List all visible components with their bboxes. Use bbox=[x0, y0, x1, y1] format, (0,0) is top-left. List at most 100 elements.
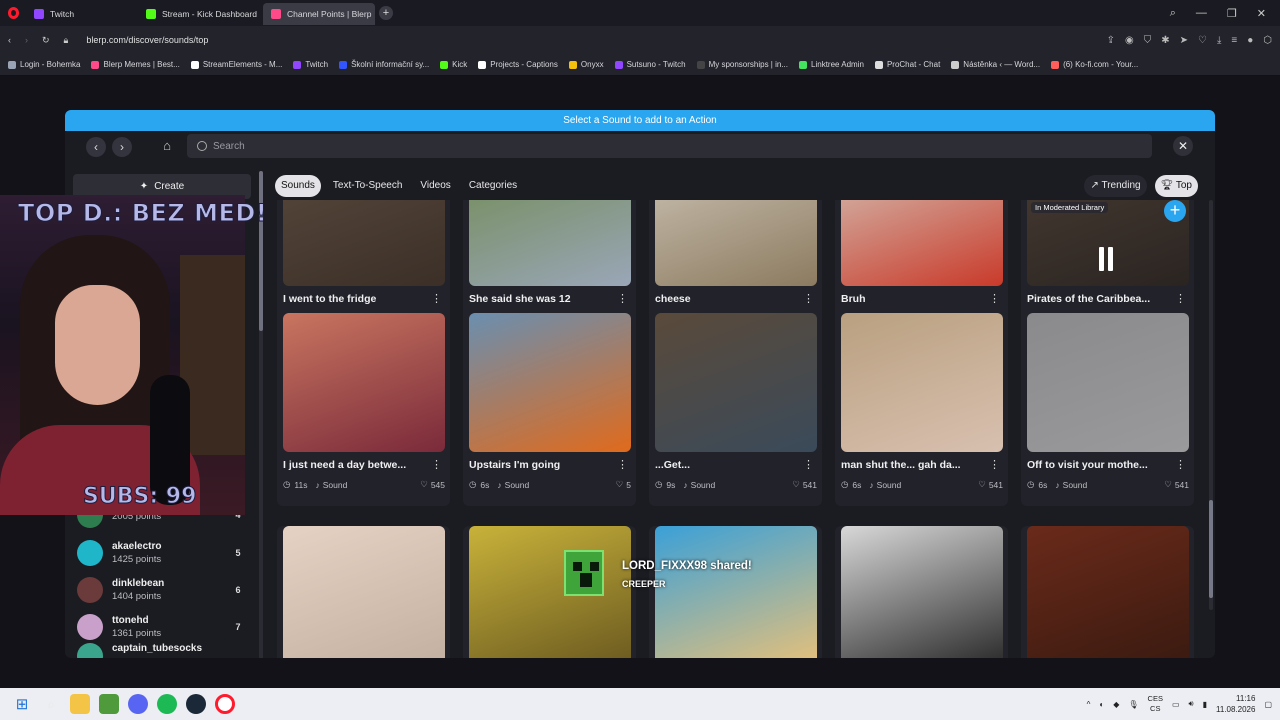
spotify-icon[interactable] bbox=[157, 694, 177, 714]
sort-trending[interactable]: ↗ Trending bbox=[1084, 175, 1147, 197]
security-tray-icon[interactable]: ◆ bbox=[1113, 700, 1119, 709]
bookmark-item[interactable]: (6) Ko-fi.com - Your... bbox=[1051, 60, 1138, 69]
sound-thumbnail[interactable] bbox=[469, 313, 631, 452]
sort-top[interactable]: 🏆︎ Top bbox=[1154, 175, 1198, 197]
sound-thumbnail[interactable] bbox=[283, 526, 445, 658]
more-options-icon[interactable]: ⋮ bbox=[803, 292, 814, 305]
tab-twitch[interactable]: Twitch bbox=[26, 3, 138, 25]
bookmark-item[interactable]: ProChat - Chat bbox=[874, 60, 940, 69]
sound-thumbnail[interactable] bbox=[655, 200, 817, 286]
sound-card[interactable] bbox=[277, 526, 450, 658]
more-options-icon[interactable]: ⋮ bbox=[617, 458, 628, 471]
sound-thumbnail[interactable] bbox=[655, 313, 817, 452]
sound-card[interactable]: Upstairs I'm going ⋮ ◷ 6s ♪ Sound ♡ 5 bbox=[463, 313, 636, 506]
bookmark-item[interactable]: Školní informační sy... bbox=[339, 60, 429, 69]
filter-sounds[interactable]: Sounds bbox=[275, 175, 321, 197]
search-tabs-icon[interactable]: ⌕ bbox=[1170, 7, 1176, 20]
minimize-icon[interactable]: — bbox=[1196, 7, 1207, 20]
sound-card[interactable] bbox=[835, 526, 1008, 658]
more-options-icon[interactable]: ⋮ bbox=[803, 458, 814, 471]
camera-icon[interactable]: ◉ bbox=[1125, 35, 1134, 46]
send-icon[interactable]: ➤ bbox=[1180, 35, 1188, 46]
search-icon[interactable]: ⌕ bbox=[41, 694, 61, 714]
url-field[interactable]: blerp.com/discover/sounds/top bbox=[86, 35, 208, 45]
bookmark-item[interactable]: Blerp Memes | Best... bbox=[91, 60, 180, 69]
more-options-icon[interactable]: ⋮ bbox=[431, 292, 442, 305]
shield-icon[interactable]: ⛉ bbox=[1144, 35, 1152, 46]
minecraft-icon[interactable] bbox=[99, 694, 119, 714]
opera-menu-icon[interactable] bbox=[0, 0, 26, 26]
bookmark-item[interactable]: Onyxx bbox=[568, 60, 604, 69]
sound-thumbnail[interactable] bbox=[841, 526, 1003, 658]
steam-tray-icon[interactable]: ◐ bbox=[1099, 700, 1104, 709]
forward-icon[interactable]: › bbox=[25, 35, 28, 45]
sound-thumbnail[interactable] bbox=[469, 200, 631, 286]
extensions-icon[interactable]: ✱ bbox=[1161, 35, 1169, 46]
volume-icon[interactable]: 🔊︎ bbox=[1189, 699, 1194, 709]
maximize-icon[interactable]: ❐ bbox=[1227, 7, 1237, 20]
heart-icon[interactable]: ♡ bbox=[1198, 35, 1207, 46]
download-icon[interactable]: ⤓ bbox=[1217, 35, 1221, 46]
bookmark-item[interactable]: Twitch bbox=[293, 60, 328, 69]
steam-icon[interactable] bbox=[186, 694, 206, 714]
clock[interactable]: 11:16 11.08.2026 bbox=[1216, 693, 1255, 715]
more-options-icon[interactable]: ⋮ bbox=[989, 458, 1000, 471]
menu-icon[interactable]: ≡ bbox=[1231, 35, 1237, 46]
opera-taskbar-icon[interactable] bbox=[215, 694, 235, 714]
sound-thumbnail[interactable] bbox=[1027, 526, 1189, 658]
back-icon[interactable]: ‹ bbox=[8, 35, 11, 45]
bookmark-item[interactable]: Projects - Captions bbox=[478, 60, 558, 69]
reload-icon[interactable]: ↻ bbox=[42, 35, 50, 46]
back-button[interactable]: ‹ bbox=[86, 137, 106, 157]
bookmark-item[interactable]: My sponsorships | in... bbox=[696, 60, 788, 69]
grid-scrollbar-thumb[interactable] bbox=[1209, 500, 1213, 598]
bookmark-item[interactable]: Kick bbox=[440, 60, 467, 69]
sound-thumbnail[interactable] bbox=[841, 200, 1003, 286]
bookmark-item[interactable]: Nástěnka ‹ — Word... bbox=[951, 60, 1040, 69]
bookmark-item[interactable]: Login - Bohemka bbox=[8, 60, 80, 69]
sound-card[interactable]: I just need a day betwe... ⋮ ◷ 11s ♪ Sound ♡ 54… bbox=[277, 313, 450, 506]
sound-card[interactable]: Off to visit your mothe... ⋮ ◷ 6s ♪ Sound ♡ 541 bbox=[1021, 313, 1194, 506]
leaderboard-row[interactable]: ttonehd 1361 points 7 bbox=[77, 612, 245, 642]
bookmark-item[interactable]: StreamElements - M... bbox=[190, 60, 282, 69]
tab-blerp-channel-points[interactable]: Channel Points | Blerp bbox=[263, 3, 375, 25]
leaderboard-row[interactable]: dinklebean 1404 points 6 bbox=[77, 575, 245, 605]
pause-icon[interactable] bbox=[1099, 247, 1117, 271]
leaderboard-row[interactable]: captain_tubesocks bbox=[77, 643, 245, 658]
home-icon[interactable]: ⌂ bbox=[158, 137, 176, 155]
share-icon[interactable]: ⇪ bbox=[1107, 35, 1115, 46]
close-window-icon[interactable]: ✕ bbox=[1257, 7, 1266, 20]
chevron-up-icon[interactable]: ^ bbox=[1087, 700, 1091, 709]
windows-start-icon[interactable]: ⊞ bbox=[12, 694, 32, 714]
bookmark-item[interactable]: Sutsuno - Twitch bbox=[614, 60, 686, 69]
tab-kick-dashboard[interactable]: Stream - Kick Dashboard bbox=[138, 3, 263, 25]
sound-thumbnail[interactable] bbox=[283, 200, 445, 286]
add-sound-button[interactable]: + bbox=[1164, 200, 1186, 222]
more-options-icon[interactable]: ⋮ bbox=[431, 458, 442, 471]
new-tab-button[interactable]: + bbox=[379, 6, 393, 20]
more-options-icon[interactable]: ⋮ bbox=[617, 292, 628, 305]
sound-card[interactable] bbox=[1021, 526, 1194, 658]
bookmark-item[interactable]: Linktree Admin bbox=[799, 60, 864, 69]
battery-icon[interactable]: ▮ bbox=[1203, 700, 1207, 709]
sound-card[interactable]: man shut the... gah da... ⋮ ◷ 6s ♪ Sound ♡ 541 bbox=[835, 313, 1008, 506]
filter-text-to-speech[interactable]: Text-To-Speech bbox=[327, 175, 408, 197]
sound-thumbnail[interactable] bbox=[283, 313, 445, 452]
leaderboard-row[interactable]: akaelectro 1425 points 5 bbox=[77, 538, 245, 568]
search-input[interactable]: Search bbox=[187, 134, 1152, 158]
profile-icon[interactable]: ● bbox=[1247, 35, 1253, 46]
more-options-icon[interactable]: ⋮ bbox=[1175, 292, 1186, 305]
cube-icon[interactable]: ⬡ bbox=[1263, 35, 1272, 46]
more-options-icon[interactable]: ⋮ bbox=[989, 292, 1000, 305]
forward-button[interactable]: › bbox=[112, 137, 132, 157]
language-indicator[interactable]: CES CS bbox=[1148, 694, 1163, 714]
discord-icon[interactable] bbox=[128, 694, 148, 714]
notifications-icon[interactable]: ▢ bbox=[1264, 700, 1272, 709]
mic-tray-icon[interactable]: 🎙︎ bbox=[1128, 700, 1138, 709]
network-icon[interactable]: ▭ bbox=[1172, 700, 1180, 709]
sidebar-scrollbar-thumb[interactable] bbox=[259, 171, 263, 331]
file-explorer-icon[interactable] bbox=[70, 694, 90, 714]
sound-thumbnail[interactable] bbox=[1027, 313, 1189, 452]
filter-categories[interactable]: Categories bbox=[463, 175, 523, 197]
close-modal-button[interactable]: ✕ bbox=[1173, 136, 1193, 156]
